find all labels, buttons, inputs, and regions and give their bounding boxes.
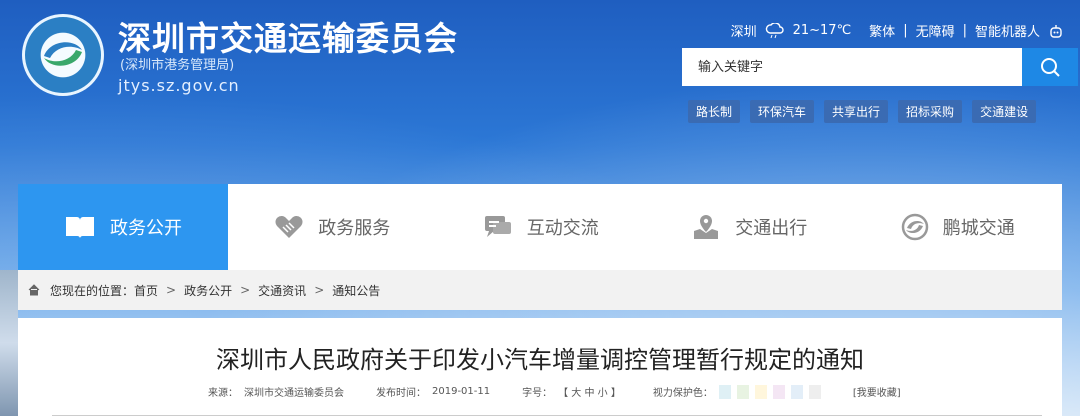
search-button[interactable]	[1022, 48, 1078, 86]
nav-item-pengcheng[interactable]: 鹏城交通	[854, 184, 1063, 270]
robot-link[interactable]: 智能机器人	[975, 21, 1040, 40]
search-icon	[1041, 58, 1060, 77]
city-label: 深圳	[730, 25, 757, 40]
separator: |	[962, 23, 967, 38]
site-title: 深圳市交通运输委员会	[118, 19, 458, 58]
font-size-controls[interactable]: 【 大 中 小 】	[558, 384, 621, 399]
quick-link-shared-travel[interactable]: 共享出行	[824, 100, 889, 123]
nav-label: 鹏城交通	[942, 218, 1015, 239]
nav-label: 政务服务	[318, 218, 391, 239]
favorite-link[interactable]: [我要收藏]	[853, 384, 901, 399]
breadcrumb-separator: >	[240, 283, 251, 297]
map-pin-icon	[694, 215, 719, 239]
article-title: 深圳市人民政府关于印发小汽车增量调控管理暂行规定的通知	[216, 346, 864, 374]
article: 深圳市人民政府关于印发小汽车增量调控管理暂行规定的通知 来源： 深圳市交通运输委…	[18, 318, 1062, 416]
eye-color-swatch[interactable]	[790, 384, 803, 399]
quick-link-road-chief[interactable]: 路长制	[688, 100, 741, 123]
utility-bar: 深圳 21~17℃ 繁体 | 无障碍 | 智能机器人	[731, 21, 1064, 40]
home-icon	[28, 284, 40, 296]
breadcrumb-traffic-news[interactable]: 交通资讯	[258, 282, 306, 299]
eye-color-swatch[interactable]	[808, 384, 821, 399]
site-subtitle: (深圳市港务管理局)	[120, 58, 235, 73]
eye-color-swatch[interactable]	[736, 384, 749, 399]
book-icon	[66, 217, 94, 238]
source-value: 深圳市交通运输委员会	[244, 388, 344, 399]
nav-item-gov-services[interactable]: 政务服务	[228, 184, 437, 270]
cloud-rain-icon	[765, 22, 784, 38]
weather-temp: 21~17℃	[792, 23, 852, 38]
breadcrumb-prefix: 您现在的位置：	[50, 283, 135, 298]
article-meta: 来源： 深圳市交通运输委员会 发布时间： 2019-01-11 字号： 【 大 …	[208, 384, 901, 399]
robot-icon[interactable]	[1048, 23, 1064, 39]
quick-links: 路长制 环保汽车 共享出行 招标采购 交通建设	[688, 100, 1037, 123]
swirl-icon	[901, 213, 928, 241]
nav-label: 政务公开	[110, 218, 182, 239]
main-nav: 政务公开 政务服务 互动交流 交通出行 鹏城交通	[18, 184, 1062, 270]
separator: |	[903, 23, 908, 38]
breadcrumb-notices[interactable]: 通知公告	[332, 282, 380, 299]
breadcrumb-separator: >	[166, 283, 177, 297]
nav-item-interaction[interactable]: 互动交流	[437, 184, 646, 270]
chat-icon	[484, 216, 511, 237]
eye-color-swatch[interactable]	[754, 384, 767, 399]
nav-item-gov-affairs[interactable]: 政务公开	[18, 184, 228, 270]
date-value: 2019-01-11	[432, 386, 491, 397]
handshake-icon	[275, 215, 303, 238]
eye-protect-label: 视力保护色：	[652, 388, 713, 399]
quick-link-construction[interactable]: 交通建设	[972, 100, 1037, 123]
font-size-label: 字号：	[522, 388, 553, 399]
search-bar	[682, 48, 1078, 86]
nav-item-travel[interactable]: 交通出行	[645, 184, 854, 270]
nav-label: 交通出行	[735, 218, 808, 239]
source-label: 来源：	[208, 388, 238, 399]
nav-label: 互动交流	[526, 218, 599, 239]
eye-color-swatch[interactable]	[718, 384, 731, 399]
breadcrumb-home[interactable]: 首页	[134, 282, 158, 299]
quick-link-eco-car[interactable]: 环保汽车	[750, 100, 815, 123]
date-label: 发布时间：	[376, 388, 426, 399]
breadcrumb-separator: >	[314, 283, 325, 297]
background-bridge	[0, 270, 18, 416]
quick-link-procurement[interactable]: 招标采购	[898, 100, 963, 123]
site-domain: jtys.sz.gov.cn	[118, 76, 240, 95]
accessibility-link[interactable]: 无障碍	[916, 21, 955, 40]
traditional-link[interactable]: 繁体	[869, 21, 895, 40]
breadcrumb-gov-affairs[interactable]: 政务公开	[184, 282, 232, 299]
breadcrumb: 您现在的位置： 首页 > 政务公开 > 交通资讯 > 通知公告	[18, 270, 1062, 310]
logo-swirl-icon	[44, 42, 82, 66]
eye-color-swatch[interactable]	[772, 384, 785, 399]
search-input[interactable]	[682, 48, 1022, 86]
logo-emblem	[22, 14, 104, 96]
